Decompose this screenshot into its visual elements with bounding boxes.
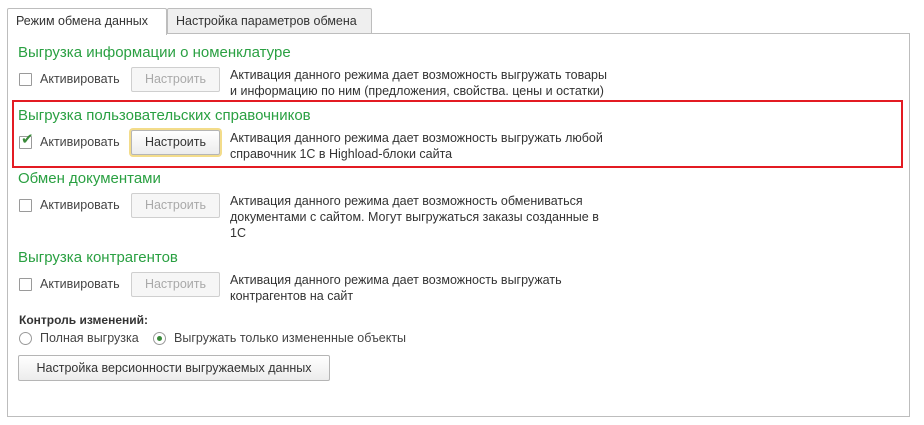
radio-label: Выгружать только измененные объекты [174,331,407,345]
versioning-settings-button[interactable]: Настройка версионности выгружаемых данны… [18,355,330,381]
activate-checkbox-documents[interactable] [19,199,32,212]
description-line: контрагентов на сайт [230,289,354,303]
description-line: Активация данного режима дает возможност… [230,131,603,145]
activate-checkbox-counterparties[interactable] [19,278,32,291]
change-control-label: Контроль изменений: [19,313,148,327]
section-title: Выгрузка пользовательских справочников [18,107,311,124]
description-line: Активация данного режима дает возможност… [230,194,583,208]
tab-label: Настройка параметров обмена [176,14,357,28]
radio-selected-dot [157,336,162,341]
configure-button-custom-catalogs[interactable]: Настроить [131,130,220,155]
checkbox-label: Активировать [40,198,120,212]
section-description: Активация данного режима дает возможност… [230,130,630,162]
section-description: Активация данного режима дает возможност… [230,193,630,241]
section-description: Активация данного режима дает возможност… [230,67,630,99]
activate-checkbox-custom-catalogs[interactable]: ✔ [19,131,34,149]
checkbox-label: Активировать [40,135,120,149]
description-line: 1С [230,226,246,240]
description-line: Активация данного режима дает возможност… [230,273,562,287]
description-line: Активация данного режима дает возможност… [230,68,607,82]
section-description: Активация данного режима дает возможност… [230,272,630,304]
radio-label: Полная выгрузка [40,331,139,345]
description-line: документами с сайтом. Могут выгружаться … [230,210,599,224]
tab-label: Режим обмена данных [16,14,149,28]
tab-exchange-mode[interactable]: Режим обмена данных [7,8,167,35]
configure-button-counterparties[interactable]: Настроить [131,272,220,297]
section-title: Выгрузка информации о номенклатуре [18,44,291,61]
configure-button-documents[interactable]: Настроить [131,193,220,218]
section-title: Обмен документами [18,170,161,187]
radio-full-export[interactable] [19,332,32,345]
checkmark-icon: ✔ [21,131,34,148]
description-line: и информацию по ним (предложения, свойст… [230,84,604,98]
configure-button-nomenclature[interactable]: Настроить [131,67,220,92]
radio-changed-only[interactable] [153,332,166,345]
checkbox-label: Активировать [40,72,120,86]
tab-exchange-settings[interactable]: Настройка параметров обмена [167,8,372,34]
section-title: Выгрузка контрагентов [18,249,178,266]
checkbox-label: Активировать [40,277,120,291]
activate-checkbox-nomenclature[interactable] [19,73,32,86]
description-line: справочник 1С в Highload-блоки сайта [230,147,453,161]
